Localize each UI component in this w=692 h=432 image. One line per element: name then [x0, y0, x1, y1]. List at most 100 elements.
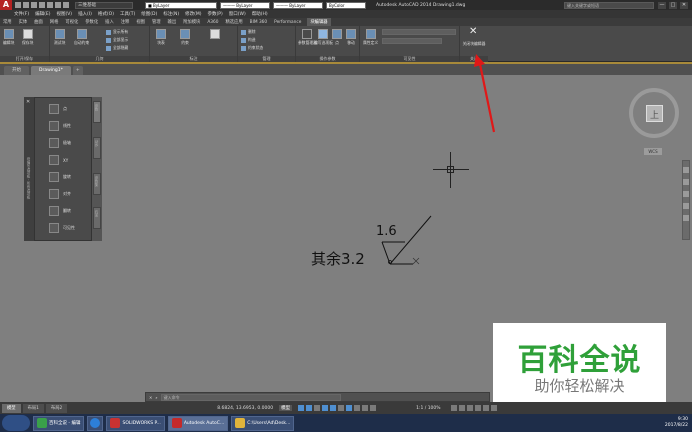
menu-dimension[interactable]: 标注(N) — [163, 11, 179, 17]
delete-button[interactable]: 删除 — [241, 29, 256, 35]
color-select[interactable]: ■ ByLayer — [145, 1, 217, 9]
clean-screen-icon[interactable] — [482, 405, 489, 411]
tab-visualize[interactable]: 可视化 — [64, 19, 79, 25]
model-space-button[interactable]: 模型 — [279, 405, 293, 411]
visibility-state-field[interactable] — [382, 29, 456, 35]
point-param-button[interactable]: 点 — [332, 29, 342, 46]
palette-tab-constraints[interactable]: 约束 — [93, 207, 101, 229]
autocad-logo-icon[interactable]: A — [0, 0, 12, 10]
roughness-value[interactable]: 1.6 — [376, 224, 397, 239]
lineweight-select[interactable]: ——— ByLayer — [273, 1, 323, 9]
hide-all-button[interactable]: 全部隐藏 — [106, 45, 128, 51]
save-as-icon[interactable] — [39, 2, 45, 8]
authoring-palette-button[interactable]: 编写选项板 — [314, 29, 333, 46]
command-input[interactable]: 键入命令 — [160, 393, 341, 401]
tab-surface[interactable]: 曲面 — [33, 19, 44, 25]
file-tab-start[interactable]: 开始 — [4, 66, 29, 75]
tab-insert[interactable]: 插入 — [104, 19, 115, 25]
palette-item-linear[interactable]: 线性 — [49, 121, 71, 131]
palette-item-point[interactable]: 点 — [49, 104, 67, 114]
edit-block-button[interactable]: 编辑块 — [3, 29, 14, 46]
tab-mesh[interactable]: 网格 — [49, 19, 60, 25]
maximize-button[interactable]: □ — [669, 1, 677, 9]
taskbar-app-explorer[interactable]: C:\Users\Ad\Desk... — [231, 415, 295, 431]
tab-featured-apps[interactable]: 精选应用 — [224, 19, 243, 25]
new-icon[interactable] — [15, 2, 21, 8]
palette-item-visibility[interactable]: 可见性 — [49, 223, 75, 233]
layout-tab-layout2[interactable]: 布局2 — [45, 403, 68, 413]
palette-item-flip[interactable]: 翻转 — [49, 206, 71, 216]
palette-item-polar[interactable]: 极轴 — [49, 138, 71, 148]
transparency-toggle-icon[interactable] — [370, 405, 377, 411]
tab-bim360[interactable]: BIM 360 — [249, 20, 269, 25]
steering-wheel-icon[interactable] — [683, 167, 689, 173]
tab-parametric[interactable]: 参数化 — [84, 19, 99, 25]
menu-insert[interactable]: 插入(I) — [78, 11, 92, 17]
tab-block-editor[interactable]: 块编辑器 — [307, 18, 331, 26]
redo-icon[interactable] — [63, 2, 69, 8]
tab-a360[interactable]: A360 — [206, 20, 219, 25]
osnap-toggle-icon[interactable] — [354, 405, 361, 411]
menu-format[interactable]: 格式(O) — [98, 11, 114, 17]
open-icon[interactable] — [23, 2, 29, 8]
close-editor-icon[interactable]: ✕ — [469, 26, 477, 37]
menu-draw[interactable]: 绘图(D) — [141, 11, 157, 17]
taskbar-app-kugou[interactable] — [87, 415, 104, 431]
dynamic-input-icon[interactable] — [322, 405, 329, 411]
snap-toggle-icon[interactable] — [306, 405, 313, 411]
palette-item-xy[interactable]: XY — [49, 155, 68, 165]
construct-button[interactable]: 构造 — [241, 37, 256, 43]
viewcube-top-face[interactable]: 上 — [646, 105, 663, 122]
visibility-mode-field[interactable] — [382, 38, 442, 44]
palette-item-alignment[interactable]: 对齐 — [49, 189, 71, 199]
layout-tab-layout1[interactable]: 布局1 — [22, 403, 44, 413]
grid-toggle-icon[interactable] — [298, 405, 305, 411]
command-close-icon[interactable]: ✕ — [149, 395, 152, 400]
taskbar-app-baike[interactable]: 百科全说 - 编辑 — [33, 415, 85, 431]
annotation-monitor-icon[interactable] — [458, 405, 465, 411]
linetype-select[interactable]: ——— ByLayer — [220, 1, 270, 9]
palette-close-icon[interactable]: ✕ — [26, 99, 30, 105]
pan-icon[interactable] — [683, 179, 689, 185]
constraint-button[interactable]: 约束 — [180, 29, 190, 46]
workspace-gear-icon[interactable] — [450, 405, 457, 411]
move-action-button[interactable]: 移动 — [346, 29, 356, 46]
isodraft-toggle-icon[interactable] — [346, 405, 353, 411]
lineweight-toggle-icon[interactable] — [362, 405, 369, 411]
palette-tab-param-sets[interactable]: 参数集 — [93, 173, 101, 195]
tab-performance[interactable]: Performance — [273, 20, 302, 25]
table-grid-button[interactable] — [210, 29, 220, 40]
test-block-button[interactable]: 测试块 — [54, 29, 65, 46]
ortho-toggle-icon[interactable] — [330, 405, 337, 411]
customization-icon[interactable] — [490, 405, 497, 411]
wcs-menu[interactable]: WCS — [644, 148, 662, 155]
palette-tab-params[interactable]: 参数 — [93, 101, 101, 123]
tab-home[interactable]: 常用 — [2, 19, 13, 25]
zoom-icon[interactable] — [683, 191, 689, 197]
hardware-acceleration-icon[interactable] — [474, 405, 481, 411]
plotstyle-select[interactable]: ByColor — [326, 1, 366, 9]
roughness-rest-text[interactable]: 其余3.2 — [311, 248, 365, 269]
start-button[interactable] — [2, 415, 30, 431]
file-tab-drawing1[interactable]: Drawing1* — [31, 66, 71, 75]
show-everything-button[interactable]: 全部显示 — [106, 37, 128, 43]
tab-addins[interactable]: 附加模块 — [182, 19, 201, 25]
orbit-icon[interactable] — [683, 203, 689, 209]
menu-window[interactable]: 窗口(W) — [229, 11, 246, 17]
taskbar-app-solidworks[interactable]: SOLIDWORKS P... — [106, 415, 165, 431]
palette-tab-actions[interactable]: 动作 — [93, 137, 101, 159]
minimize-button[interactable]: — — [658, 1, 666, 9]
close-block-editor-button[interactable]: 关闭块编辑器 — [461, 41, 487, 47]
show-all-button[interactable]: 显示所有 — [106, 29, 128, 35]
tab-solid[interactable]: 实体 — [18, 19, 29, 25]
isolate-objects-icon[interactable] — [466, 405, 473, 411]
palette-title-strip[interactable]: ✕ 块编写选项板 - 所有选项板 — [24, 97, 34, 241]
viewcube[interactable]: 上 — [629, 88, 679, 138]
annotation-scale[interactable]: 1:1 / 100% — [416, 406, 440, 411]
constraint-status-button[interactable]: 约束状态 — [241, 45, 263, 51]
search-input[interactable]: 键入关键字或短语 — [564, 1, 654, 9]
workspace-select[interactable]: 三维基础 — [75, 1, 133, 9]
menu-edit[interactable]: 编辑(E) — [35, 11, 50, 17]
polar-toggle-icon[interactable] — [338, 405, 345, 411]
auto-constrain-button[interactable]: 自动约束 — [74, 29, 89, 46]
